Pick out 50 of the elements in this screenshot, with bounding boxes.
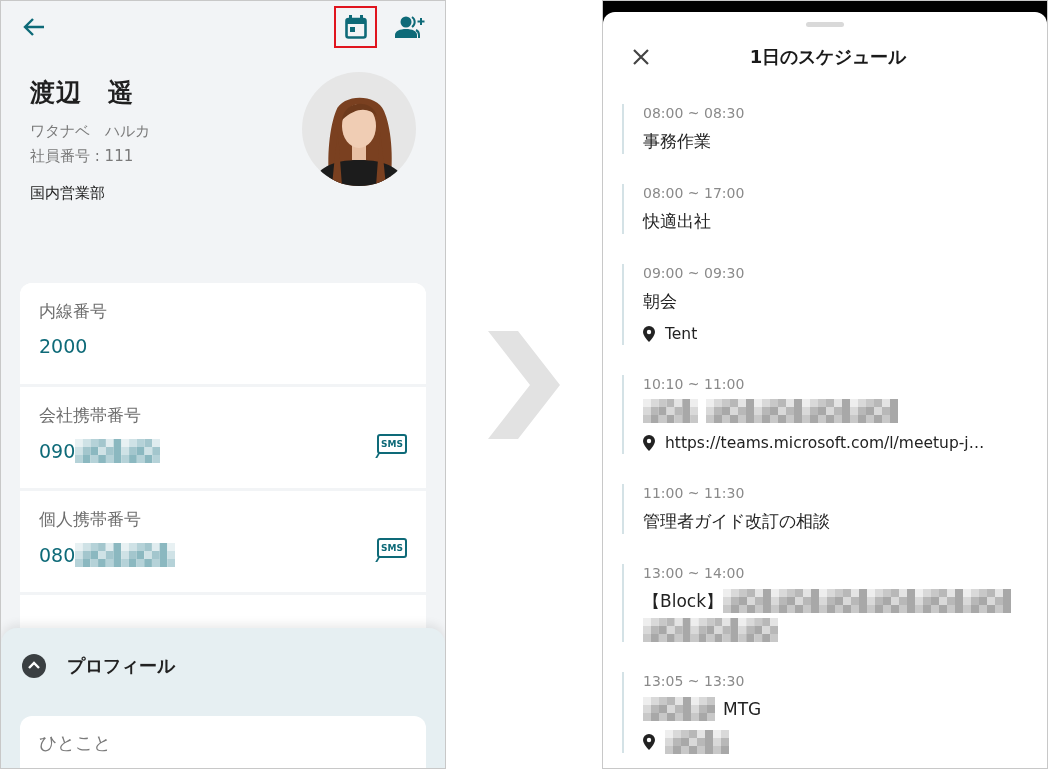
department-name: 国内営業部	[30, 184, 106, 203]
event-title: 【Block】	[643, 590, 723, 613]
field-label: 会社携帯番号	[39, 404, 142, 427]
redaction-mosaic	[643, 697, 715, 721]
schedule-event[interactable]: 08:00 ~ 17:00 快適出社	[622, 184, 1037, 234]
event-time: 13:00 ~ 14:00	[643, 564, 746, 583]
field-label: 個人携帯番号	[39, 508, 142, 531]
schedule-event[interactable]: 13:05 ~ 13:30 MTG	[622, 672, 1037, 753]
chevron-icon	[22, 654, 46, 678]
event-title: 事務作業	[643, 130, 711, 153]
event-time: 11:00 ~ 11:30	[643, 484, 746, 503]
redaction-mosaic	[665, 730, 729, 754]
calendar-button[interactable]	[334, 6, 377, 48]
event-time: 10:10 ~ 11:00	[643, 375, 746, 394]
add-person-icon	[395, 16, 425, 38]
event-title: MTG	[723, 698, 762, 721]
redaction-mosaic	[643, 399, 698, 423]
schedule-event[interactable]: 08:00 ~ 08:30 事務作業	[622, 104, 1037, 154]
event-title: 朝会	[643, 290, 677, 313]
location-pin-icon	[643, 435, 655, 451]
employee-number: 社員番号 : 111	[30, 146, 135, 167]
phone-link[interactable]: 090	[39, 440, 76, 462]
sheet-title: 1日のスケジュール	[748, 45, 908, 69]
name-reading: ワタナベ ハルカ	[30, 121, 150, 142]
phone-link[interactable]: 080	[39, 544, 76, 566]
schedule-event[interactable]: 09:00 ~ 09:30 朝会 Tent	[622, 264, 1037, 345]
schedule-event[interactable]: 11:00 ~ 11:30 管理者ガイド改訂の相談	[622, 484, 1037, 534]
collapse-button[interactable]	[22, 654, 46, 678]
location-pin-icon	[643, 326, 655, 342]
phone-link[interactable]: 2000	[39, 335, 88, 357]
event-location: Tent	[665, 325, 698, 343]
schedule-event[interactable]: 10:10 ~ 11:00 https://teams.microsoft.com/l/meetup-j…	[622, 375, 1037, 454]
back-arrow-icon	[23, 17, 45, 37]
field-label: ひとこと	[39, 732, 111, 753]
event-time: 08:00 ~ 08:30	[643, 104, 746, 123]
employee-name: 渡辺 遥	[30, 77, 135, 109]
section-title: プロフィール	[67, 654, 175, 678]
close-icon	[633, 49, 649, 65]
chevron-icon	[488, 330, 560, 439]
event-time: 09:00 ~ 09:30	[643, 264, 746, 283]
event-time: 13:05 ~ 13:30	[643, 672, 746, 691]
event-location: https://teams.microsoft.com/l/meetup-j…	[665, 434, 985, 452]
location-pin-icon	[643, 734, 655, 750]
event-title: 快適出社	[643, 210, 711, 233]
event-time: 08:00 ~ 17:00	[643, 184, 746, 203]
field-label: 内線番号	[39, 300, 107, 323]
schedule-event[interactable]: 13:00 ~ 14:00 【Block】	[622, 564, 1037, 642]
calendar-icon	[344, 15, 367, 39]
drag-handle[interactable]	[806, 22, 844, 27]
event-title: 管理者ガイド改訂の相談	[643, 510, 830, 533]
